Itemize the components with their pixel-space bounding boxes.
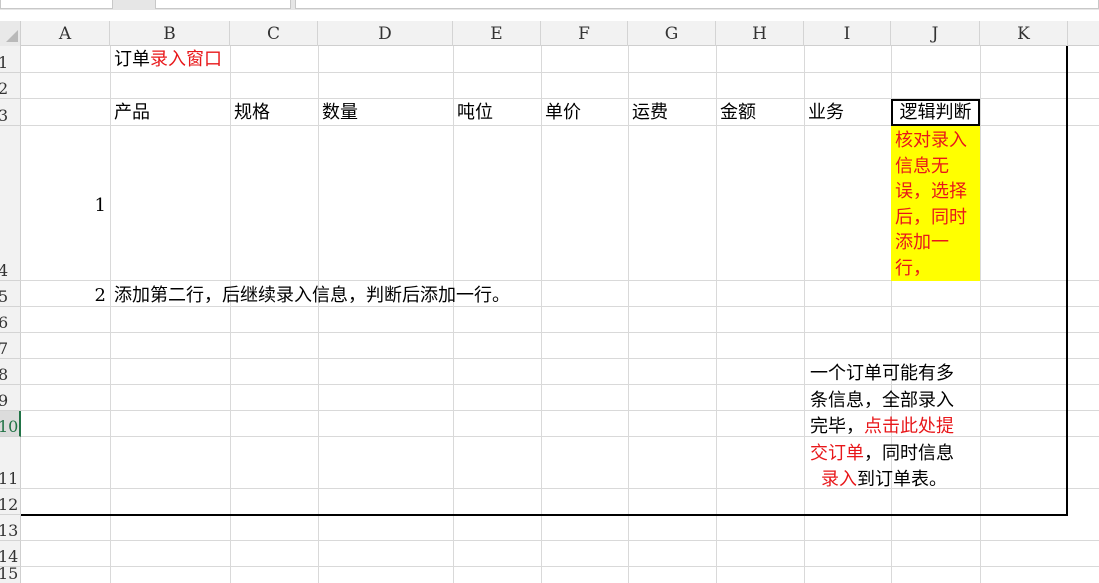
note-line: 一个订单可能有多 [810,363,954,384]
instruction-line: 添加一 [895,232,949,253]
cell-b5-instruction[interactable]: 添加第二行，后继续录入信息，判断后添加一行。 [114,285,510,307]
cell-a4-number[interactable]: 1 [88,195,106,217]
cell-h3-amount[interactable]: 金额 [720,102,756,124]
column-header-e[interactable]: E [453,21,541,46]
note-line: 录入到订单表。 [821,469,947,490]
cell-g3-freight[interactable]: 运费 [632,102,668,124]
grid-line [318,46,319,583]
row-header-9[interactable]: 9 [0,385,21,411]
grid-line [716,46,717,583]
note-line: 交订单，同时信息 [810,442,954,464]
cell-a5-number[interactable]: 2 [88,285,106,307]
row-header-3[interactable]: 3 [0,99,21,126]
grid-line [21,72,1099,73]
row-header-10[interactable]: 10 [0,411,21,437]
cell-e3-tonnage[interactable]: 吨位 [457,102,493,124]
note-line: 条信息，全部录入 [810,389,954,411]
grid-line [21,566,1099,567]
title-red: 录入窗口 [150,49,222,70]
cell-f3-unit-price[interactable]: 单价 [545,102,581,124]
row-header-2[interactable]: 2 [0,73,21,99]
cell-c3-spec[interactable]: 规格 [234,102,270,124]
grid-line [628,46,629,583]
column-header-a[interactable]: A [21,21,110,46]
title-prefix: 订单 [114,49,150,70]
sheet-tab[interactable] [0,0,113,9]
row-header-15[interactable]: 15 [0,564,21,583]
row-header-11[interactable]: 11 [0,437,21,489]
column-header-f[interactable]: F [541,21,628,46]
grid-line [21,540,1099,541]
cell-d3-quantity[interactable]: 数量 [322,102,358,124]
instruction-line: 行， [895,257,931,279]
grid-line [453,46,454,583]
instruction-line: 后，同时 [895,206,967,228]
submit-order-note[interactable]: 一个订单可能有多 条信息，全部录入 完毕，点击此处提 交订单，同时信息 录入到订… [810,361,980,494]
cell-b1-title[interactable]: 订单录入窗口 [114,49,222,71]
grid-line [21,358,1099,359]
row-header-6[interactable]: 6 [0,307,21,333]
column-header-g[interactable]: G [628,21,716,46]
row-header-1[interactable]: 1 [0,46,21,73]
cell-b3-product[interactable]: 产品 [114,102,150,124]
form-border-right [1066,46,1068,516]
column-header-k[interactable]: K [980,21,1068,46]
form-border-bottom [21,514,1067,516]
cell-i3-business[interactable]: 业务 [808,102,844,124]
column-header-i[interactable]: I [804,21,891,46]
cell-j4-instruction: 核对录入 信息无 误，选择 后，同时 添加一 行， [895,128,979,281]
column-header-d[interactable]: D [318,21,453,46]
row-header-5[interactable]: 5 [0,281,21,307]
column-header-h[interactable]: H [716,21,804,46]
column-header-c[interactable]: C [230,21,318,46]
select-all-triangle-icon [6,30,18,42]
instruction-line: 信息无 [895,155,949,177]
grid-line [110,46,111,583]
row-header-8[interactable]: 8 [0,359,21,385]
grid-line [980,46,981,583]
grid-line [541,46,542,583]
grid-line [21,332,1099,333]
column-header-j[interactable]: J [891,21,980,46]
note-line: 完毕，点击此处提 [810,416,954,437]
row-header-13[interactable]: 13 [0,515,21,541]
formula-bar-edge [295,0,1099,9]
grid-line [804,46,805,583]
grid-line [230,46,231,583]
sheet-tab[interactable] [155,0,291,9]
row-header-7[interactable]: 7 [0,333,21,359]
instruction-line: 核对录入 [895,130,967,151]
column-header-b[interactable]: B [110,21,230,46]
row-header-4[interactable]: 4 [0,126,21,281]
row-header-12[interactable]: 12 [0,489,21,515]
cell-j3-logic-check[interactable]: 逻辑判断 [891,99,980,126]
instruction-line: 误，选择 [895,181,967,202]
